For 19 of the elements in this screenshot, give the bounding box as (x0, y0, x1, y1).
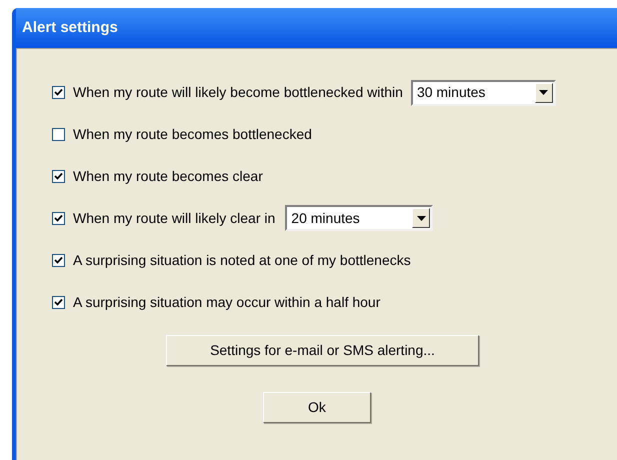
dropdown[interactable]: 20 minutes (285, 205, 434, 231)
checkbox[interactable] (52, 296, 65, 308)
checkbox[interactable] (52, 170, 65, 182)
option-label: A surprising situation is noted at one of my bottlenecks (73, 250, 411, 270)
checkbox[interactable] (52, 212, 65, 224)
checkbox[interactable] (52, 254, 65, 266)
checkbox[interactable] (52, 86, 65, 99)
option-label: When my route becomes clear (73, 166, 263, 186)
option-label: A surprising situation may occur within a half hour (73, 292, 380, 312)
push-button[interactable]: Ok (263, 392, 371, 423)
checkbox[interactable] (52, 128, 65, 140)
window-title: Alert settings (16, 8, 617, 48)
option-label: When my route will likely become bottlenecked within (73, 83, 403, 102)
dropdown-value: 20 minutes (290, 208, 361, 228)
dropdown[interactable]: 30 minutes (410, 80, 556, 106)
option-label: When my route becomes bottlenecked (73, 124, 312, 144)
push-button[interactable]: Settings for e-mail or SMS alerting... (166, 335, 479, 366)
dropdown-value: 30 minutes (416, 83, 486, 102)
option-label: When my route will likely clear in (73, 208, 276, 228)
